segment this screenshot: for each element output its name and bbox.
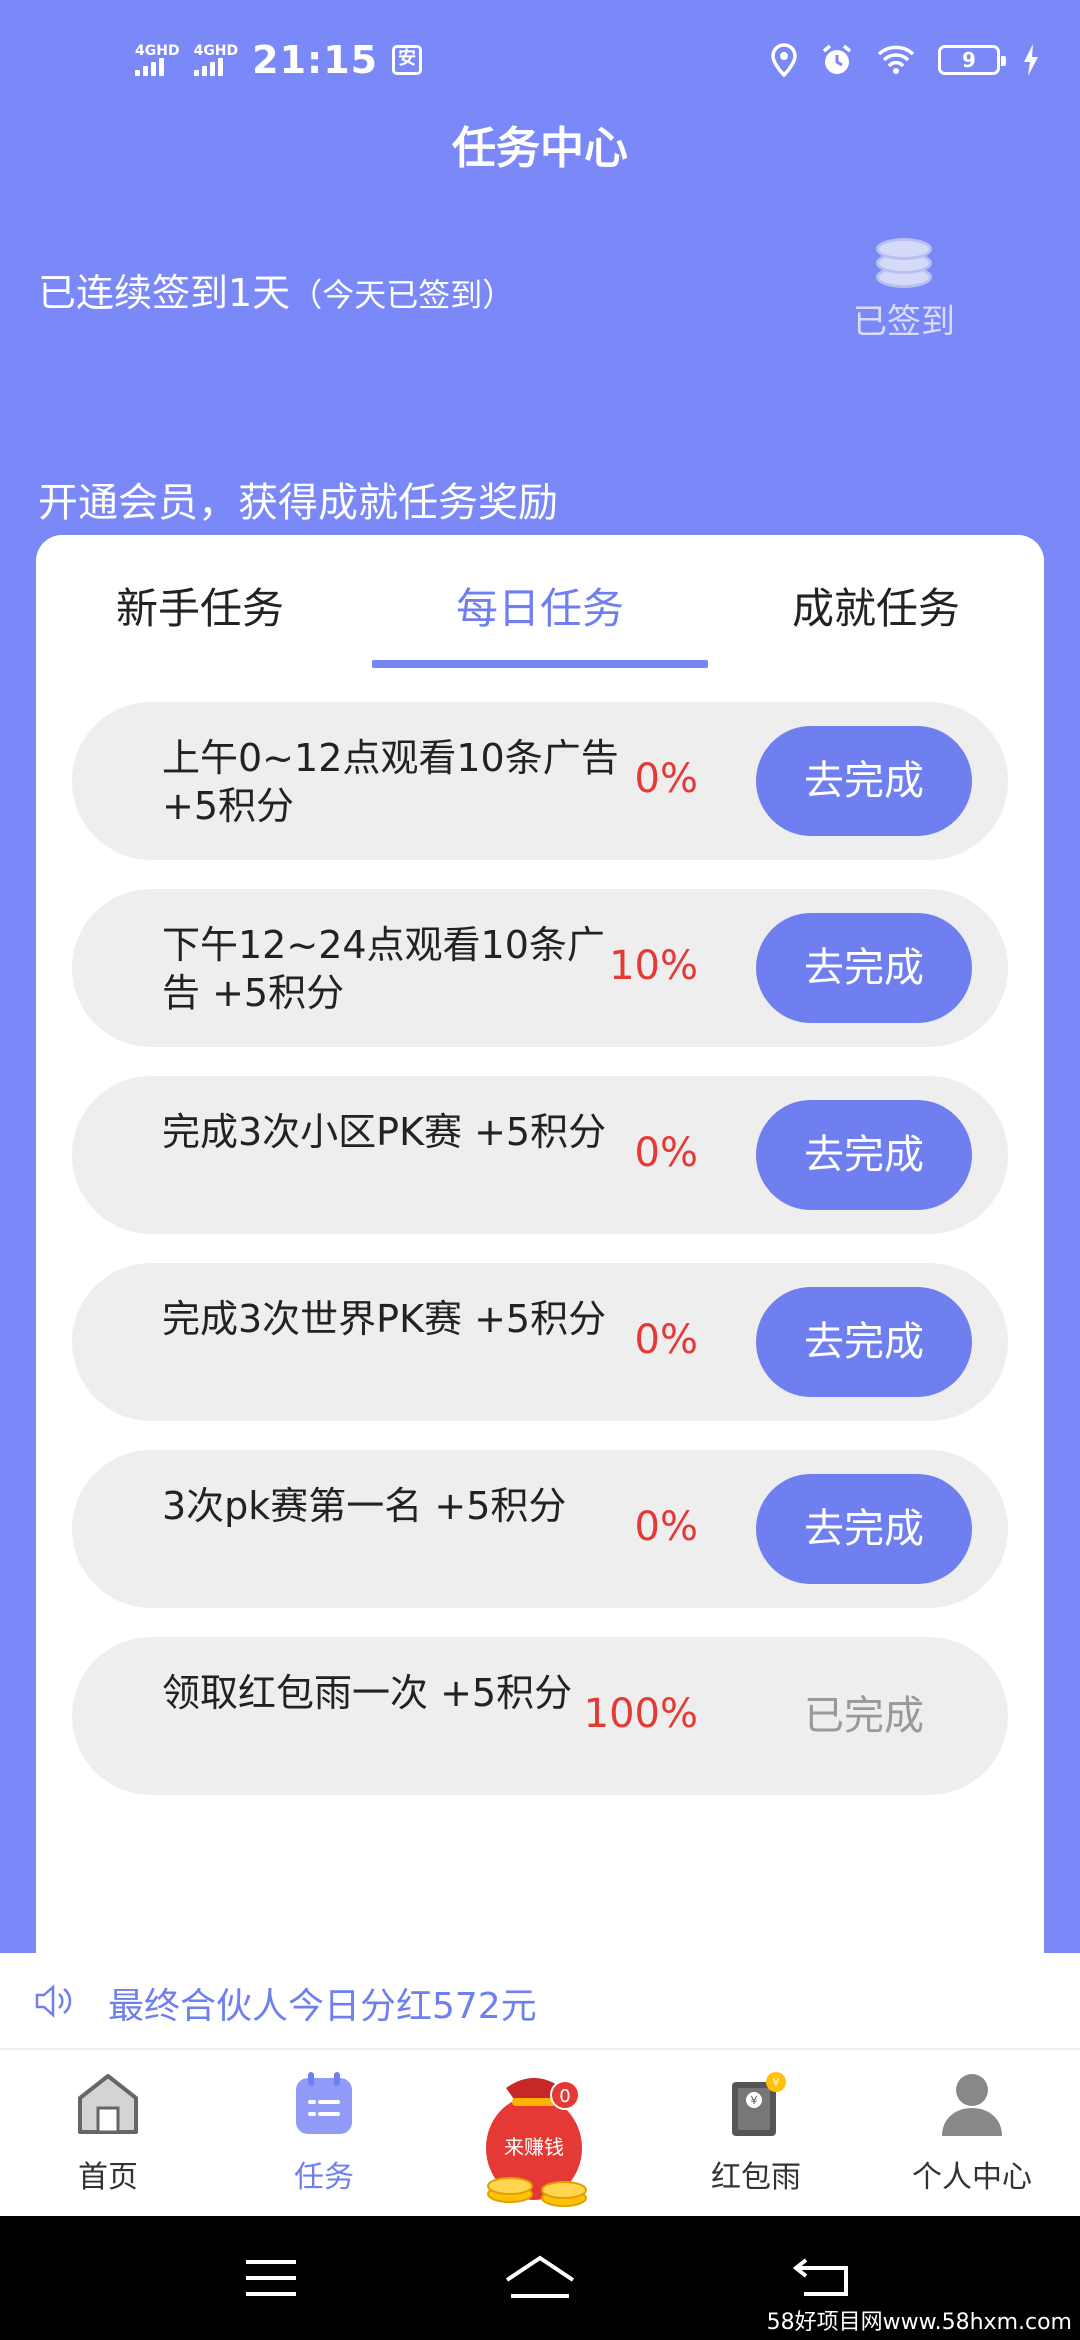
task-row: 3次pk赛第一名 +5积分 0% 去完成 [72,1450,1008,1608]
tab-indicator [372,660,708,668]
location-icon [771,43,797,77]
task-title: 上午0~12点观看10条广告 +5积分 [162,736,619,828]
task-title: 完成3次小区PK赛 +5积分 [162,1110,607,1154]
nav-home[interactable]: 首页 [0,2050,216,2218]
signal-icon: 4GHD [193,43,239,76]
nav-red-envelope-rain[interactable]: ¥ ¥ 红包雨 [648,2050,864,2218]
nav-profile-label: 个人中心 [912,2160,1032,2195]
go-complete-button[interactable]: 去完成 [756,1100,972,1210]
checkin-days: 已连续签到1天 [38,271,291,315]
home-icon [78,2074,138,2134]
task-progress: 0% [634,1317,698,1363]
task-row: 完成3次世界PK赛 +5积分 0% 去完成 [72,1263,1008,1421]
go-complete-button[interactable]: 去完成 [756,913,972,1023]
status-time: 21:15 [252,38,379,82]
task-progress: 0% [634,756,698,802]
announcement-bar: 最终合伙人今日分红572元 [0,1953,1080,2048]
task-title: 完成3次世界PK赛 +5积分 [162,1297,607,1341]
task-row: 上午0~12点观看10条广告 +5积分 0% 去完成 [72,702,1008,860]
nav-red-envelope-label: 红包雨 [711,2160,801,2195]
network-type-2: 4GHD [193,43,239,59]
promo-text[interactable]: 开通会员，获得成就任务奖励 [38,470,558,528]
nav-profile[interactable]: 个人中心 [864,2050,1080,2218]
task-title: 下午12~24点观看10条广告 +5积分 [162,923,605,1015]
task-progress: 100% [583,1691,698,1737]
watermark: 58好项目网www.58hxm.com [766,2310,1072,2335]
back-icon[interactable] [780,2246,870,2310]
page-title: 任务中心 [452,123,628,174]
nav-home-label: 首页 [78,2160,138,2195]
status-right: 9 [770,40,1040,80]
checkin-button-label: 已签到 [853,302,955,342]
checkin-status: 已连续签到1天（今天已签到） [38,262,514,317]
go-complete-button[interactable]: 去完成 [756,1474,972,1584]
menu-icon[interactable] [226,2246,316,2310]
svg-text:¥: ¥ [773,2076,780,2089]
coin-stack-icon [876,230,932,290]
alarm-icon [822,44,852,74]
go-complete-button[interactable]: 去完成 [756,726,972,836]
user-icon [942,2074,1002,2136]
tab-daily[interactable]: 每日任务 [420,575,660,636]
red-envelope-icon: ¥¥ [732,2072,786,2136]
status-left: 4GHD 4GHD 21:15 安 [135,36,423,84]
task-card: 新手任务 每日任务 成就任务 上午0~12点观看10条广告 +5积分 0% 去完… [36,535,1044,2005]
task-row: 领取红包雨一次 +5积分 100% 已完成 [72,1637,1008,1795]
home-nav-icon[interactable] [495,2246,585,2310]
nav-tasks[interactable]: 任务 [216,2050,432,2218]
money-bag-text: 来赚钱 [504,2135,564,2159]
money-bag-icon: 来赚钱 [486,2078,587,2207]
notification-badge: 0 [550,2080,580,2110]
system-nav-bar: 58好项目网www.58hxm.com [0,2216,1080,2340]
task-title: 领取红包雨一次 +5积分 [162,1671,573,1715]
task-progress: 10% [609,943,698,989]
tab-achievement[interactable]: 成就任务 [756,575,996,636]
checkin-note: （今天已签到） [290,276,515,314]
announcement-text: 最终合伙人今日分红572元 [108,1986,537,2027]
checkin-button[interactable]: 已签到 [844,230,964,350]
tab-newbie[interactable]: 新手任务 [80,575,320,636]
wifi-icon [877,45,915,74]
task-progress: 0% [634,1504,698,1550]
signal-icon: 4GHD [135,44,180,76]
nav-tasks-label: 任务 [294,2160,354,2195]
status-bar: 4GHD 4GHD 21:15 安 9 [0,0,1080,120]
task-progress: 0% [634,1130,698,1176]
charging-icon [1024,44,1038,76]
battery-icon: 9 [938,45,1006,75]
task-row: 下午12~24点观看10条广告 +5积分 10% 去完成 [72,889,1008,1047]
task-icon [296,2072,352,2134]
task-row: 完成3次小区PK赛 +5积分 0% 去完成 [72,1076,1008,1234]
go-complete-button[interactable]: 去完成 [756,1287,972,1397]
bottom-nav: 首页 任务 来赚钱 0 ¥ ¥ 红包雨 个人中心 [0,2048,1080,2216]
svg-text:¥: ¥ [751,2094,758,2107]
network-type-1: 4GHD [135,43,180,59]
nav-earn[interactable]: 来赚钱 0 [432,2050,648,2218]
app-notification-icon: 安 [392,45,423,75]
task-title: 3次pk赛第一名 +5积分 [162,1484,567,1528]
speaker-icon [35,1984,72,2018]
task-tabs: 新手任务 每日任务 成就任务 [36,535,1044,675]
completed-label: 已完成 [804,1693,924,1739]
